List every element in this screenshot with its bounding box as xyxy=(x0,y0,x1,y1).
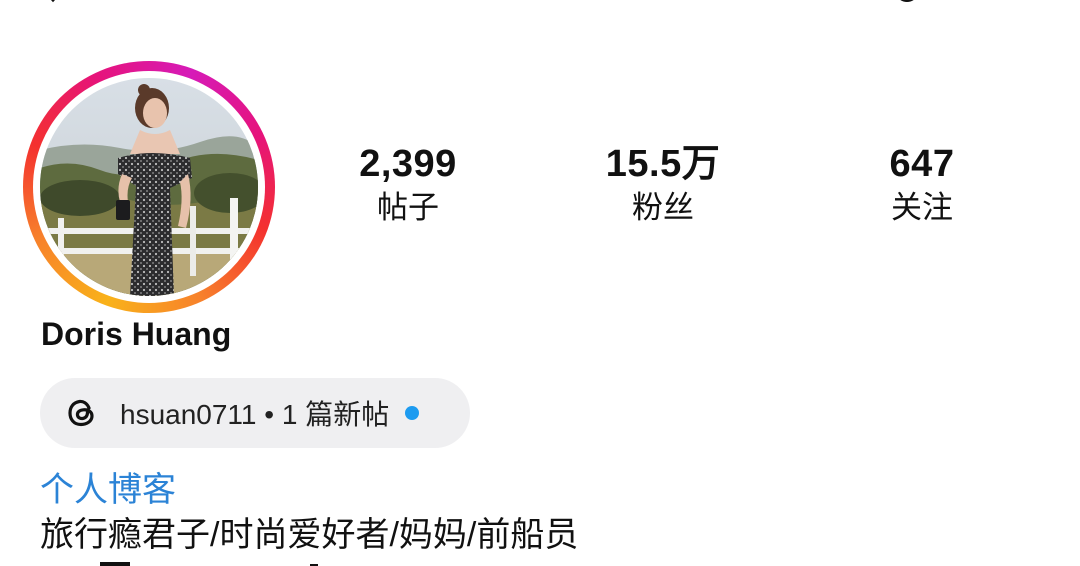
posts-label: 帖子 xyxy=(377,190,439,225)
followers-count: 15.5万 xyxy=(605,143,721,185)
display-name: Doris Huang xyxy=(41,316,232,352)
threads-icon xyxy=(68,399,94,427)
stat-posts[interactable]: 2,399 帖子 xyxy=(308,142,508,228)
following-count: 647 xyxy=(889,143,955,185)
stat-followers[interactable]: 15.5万 粉丝 xyxy=(563,142,763,228)
threads-badge-text: hsuan0711 • 1 篇新帖 xyxy=(120,399,390,430)
avatar-photo xyxy=(40,78,258,296)
threads-top-icon[interactable] xyxy=(893,0,943,6)
posts-count: 2,399 xyxy=(359,143,457,185)
avatar-story-ring[interactable] xyxy=(23,61,275,313)
bio-next-line-clipped xyxy=(100,562,318,566)
threads-badge[interactable]: hsuan0711 • 1 篇新帖 xyxy=(40,378,470,448)
following-label: 关注 xyxy=(891,190,953,225)
bio-line-1: 旅行瘾君子/时尚爱好者/妈妈/前船员 xyxy=(40,516,579,554)
avatar-ring-gap xyxy=(33,71,265,303)
avatar[interactable] xyxy=(40,78,258,296)
profile-category: 个人博客 xyxy=(40,471,176,509)
stat-following[interactable]: 647 关注 xyxy=(822,142,1022,228)
profile-header: 2,399 帖子 15.5万 粉丝 647 关注 Doris Huang hsu… xyxy=(0,0,1080,566)
followers-label: 粉丝 xyxy=(632,190,694,225)
back-arrow-icon[interactable] xyxy=(44,0,62,4)
unread-dot xyxy=(405,406,420,420)
